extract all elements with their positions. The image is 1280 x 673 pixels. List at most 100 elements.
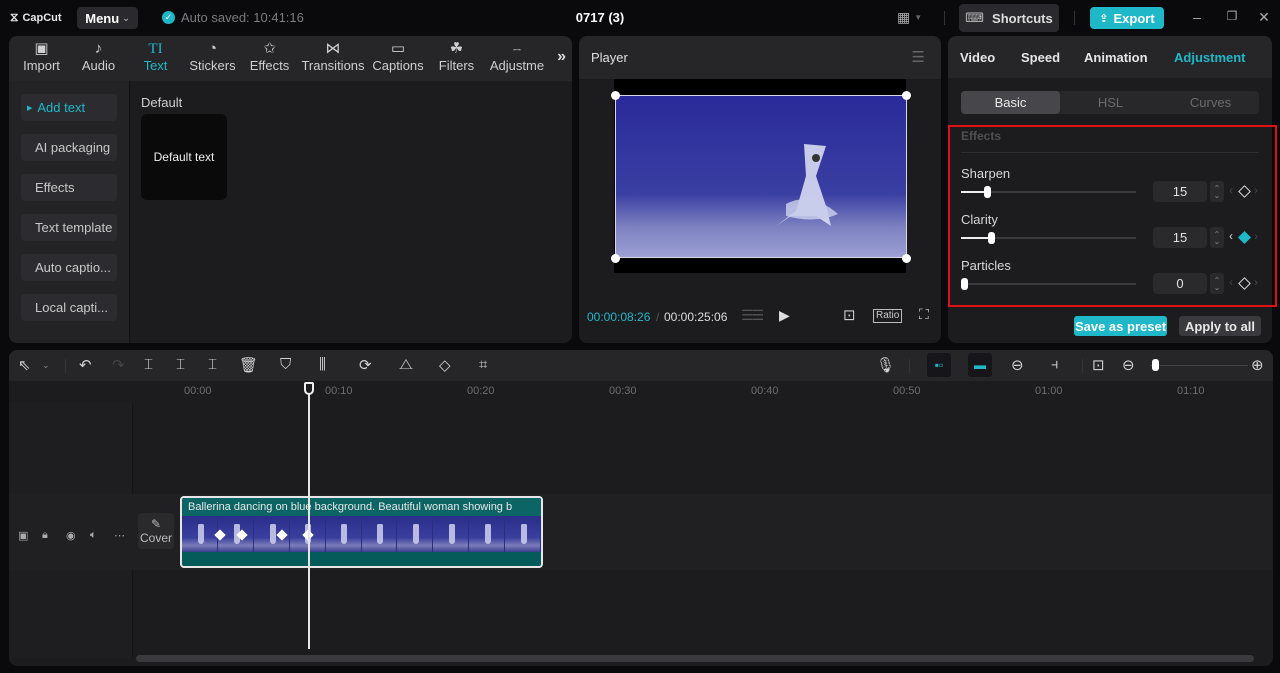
save-as-preset-button[interactable]: Save as preset [1074,316,1167,336]
marker-icon[interactable]: ⛉ [280,356,291,373]
ruler-label: 01:00 [1035,385,1063,397]
restore-icon[interactable]: ❐ [1224,9,1240,23]
sidebar-item-local-captions[interactable]: Local capti... [21,294,117,321]
split-left-icon[interactable]: ⌶ [176,356,185,373]
main-track-magnet-icon[interactable]: ▪▫ [927,353,951,377]
more-icon[interactable]: ⋯ [114,529,125,542]
split-right-icon[interactable]: ⌶ [208,356,217,373]
horizontal-scrollbar[interactable] [136,655,1254,662]
zoom-fit-timeline-icon[interactable]: ⊡ [1092,356,1105,374]
eye-icon[interactable]: ◉ [66,529,76,542]
close-icon[interactable]: ✕ [1256,9,1272,26]
tab-effects[interactable]: ✩ Effects [241,36,298,81]
tab-speed[interactable]: Speed [1021,50,1060,65]
media-tabs: ▣ Import ♪ Audio TI Text ◔ Stickers ✩ Effects… [9,36,572,81]
zoom-slider-knob[interactable] [1151,359,1159,371]
crop-icon[interactable]: ⌗ [479,356,487,373]
tab-filters[interactable]: ☘ Filters [428,36,485,81]
rotate-icon[interactable]: ◇ [439,356,451,374]
menu-button[interactable]: Menu ⌄ [77,7,138,29]
timeline-zoom-slider[interactable] [1150,365,1248,366]
sidebar-item-text-template[interactable]: Text template [21,214,117,241]
capcut-logo-icon: ⧖ [10,10,19,24]
player-header: Player ☰ [579,36,941,79]
sidebar-item-auto-captions[interactable]: Auto captio... [21,254,117,281]
preview-axis-icon[interactable]: ⫞ [1051,356,1059,373]
cover-button[interactable]: ✎ Cover [138,513,174,549]
resize-handle[interactable] [902,91,911,100]
autosave-text: Auto saved: 10:41:16 [181,10,304,25]
ratio-button[interactable]: Ratio [873,309,903,323]
zoom-in-icon[interactable]: ⊕ [1251,356,1264,374]
tab-stickers[interactable]: ◔ Stickers [184,36,241,81]
tab-import[interactable]: ▣ Import [13,36,70,81]
fullscreen-icon[interactable]: ⛶ [919,306,929,323]
divider [65,359,66,373]
default-text-card[interactable]: Default text [141,114,227,200]
redo-icon[interactable]: ↷ [112,356,125,374]
sidebar-item-effects[interactable]: Effects [21,174,117,201]
play-icon[interactable]: ▶ [779,307,790,324]
tab-adjustment[interactable]: ⧿ Adjustme [485,36,549,81]
thumbnail [182,516,218,552]
shortcuts-button[interactable]: ⌨ Shortcuts [959,4,1059,32]
tab-adjustment[interactable]: Adjustment [1174,50,1246,65]
ruler-label: 00:50 [893,385,921,397]
export-button[interactable]: ⇪ Export [1090,7,1164,29]
export-label: Export [1113,10,1155,26]
split-icon[interactable]: ⌶ [144,356,153,373]
delete-icon[interactable]: 🗑 [239,356,258,374]
tab-video[interactable]: Video [960,50,995,65]
zoom-out-icon[interactable]: ⊖ [1122,356,1135,374]
resize-handle[interactable] [611,91,620,100]
layout-icon: ▦ [897,9,911,25]
mirror-icon[interactable]: ⧍ [399,356,413,373]
video-clip[interactable]: Ballerina dancing on blue background. Be… [180,496,543,568]
divider [1082,359,1083,373]
playhead-handle[interactable] [304,382,314,395]
stickers-icon: ◔ [207,40,218,57]
sidebar-item-ai-packaging[interactable]: AI packaging [21,134,117,161]
tab-label: Transitions [301,58,365,73]
hamburger-menu-icon[interactable]: ☰ [912,48,925,66]
reverse-icon[interactable]: ⟳ [359,356,372,374]
chevron-down-icon[interactable]: ⌄ [42,360,50,371]
tab-captions[interactable]: ▭ Captions [368,36,428,81]
zoom-fit-icon[interactable]: ⊡ [843,306,856,324]
thumbnail [325,516,362,552]
more-tabs-icon[interactable]: » [557,48,566,66]
select-cursor-icon[interactable]: ⇖ [18,356,31,374]
microphone-icon[interactable]: 🎙 [876,356,895,374]
subtab-curves[interactable]: Curves [1161,91,1260,114]
subtab-hsl[interactable]: HSL [1061,91,1160,114]
resize-handle[interactable] [902,254,911,263]
freeze-icon[interactable]: ⫼ [319,356,326,373]
layout-button[interactable]: ▦ ▼ [897,9,922,26]
apply-to-all-button[interactable]: Apply to all [1179,316,1261,336]
tab-text[interactable]: TI Text [127,36,184,81]
time-ruler[interactable]: 00:00 00:10 00:20 00:30 00:40 00:50 01:0… [9,381,1273,403]
sidebar-item-add-text[interactable]: ▶ Add text [21,94,117,121]
player-title: Player [591,50,628,65]
chevron-down-icon: ⌄ [122,12,130,23]
playhead[interactable] [308,383,310,649]
auto-snap-icon[interactable]: ▬ [968,353,992,377]
link-icon[interactable]: ⊖ [1011,356,1024,374]
speaker-icon[interactable]: 🔈︎ [90,529,97,542]
video-preview[interactable] [615,95,907,258]
ruler-label: 00:20 [467,385,495,397]
tab-audio[interactable]: ♪ Audio [70,36,127,81]
resize-handle[interactable] [611,254,620,263]
lock-icon[interactable]: 🔒︎ [42,529,48,542]
subtab-basic[interactable]: Basic [961,91,1060,114]
minimize-icon[interactable]: – [1189,9,1205,25]
ballerina-frame [616,96,906,257]
ruler-label: 01:10 [1177,385,1205,397]
undo-icon[interactable]: ↶ [79,356,92,374]
track-type-icon: ▣ [18,530,29,542]
project-title: 0717 (3) [575,10,625,25]
tab-transitions[interactable]: ⋈ Transitions [298,36,368,81]
thumbnail [469,516,506,552]
autosave-status: ✓ Auto saved: 10:41:16 [162,10,304,25]
tab-animation[interactable]: Animation [1084,50,1148,65]
